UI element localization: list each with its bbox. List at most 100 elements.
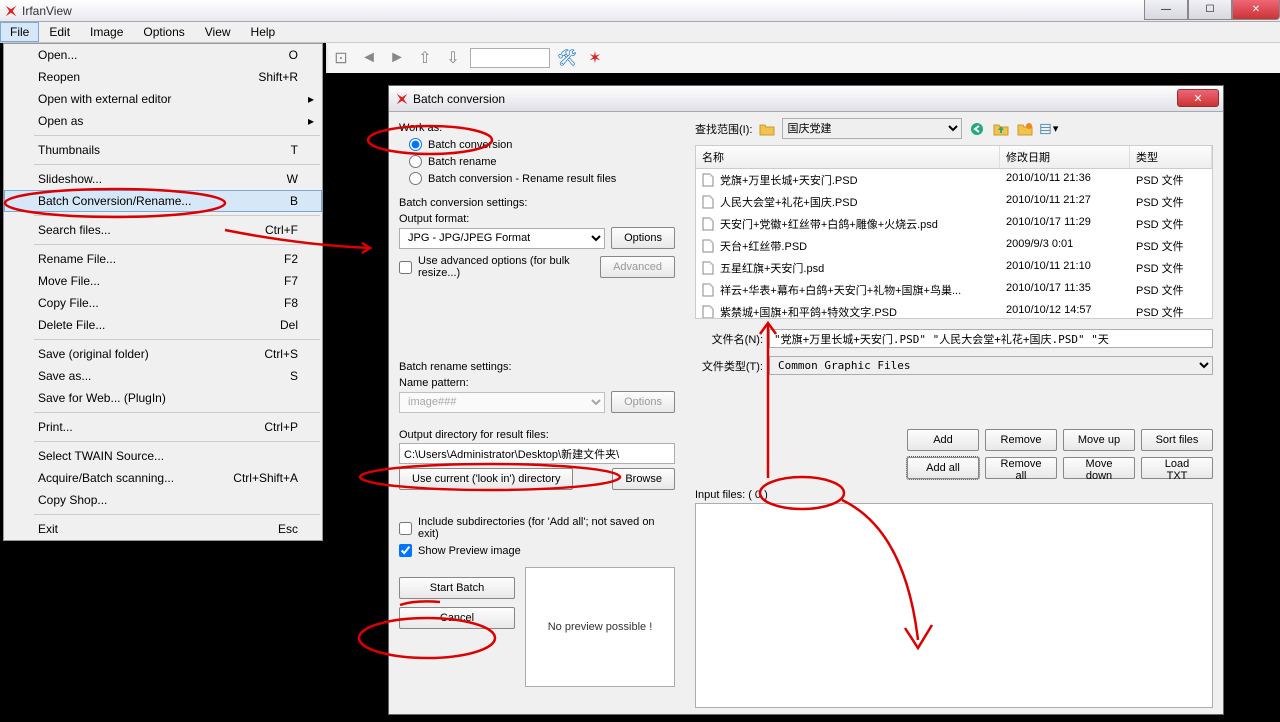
page-down-icon[interactable]: ⇩ [442, 47, 464, 69]
document-icon [702, 305, 716, 319]
prev-icon[interactable]: ◄ [358, 47, 380, 69]
input-files-list[interactable] [695, 503, 1213, 708]
maximize-button[interactable]: ☐ [1188, 0, 1232, 20]
menu-item[interactable]: Move File...F7 [4, 270, 322, 292]
sort-files-button[interactable]: Sort files [1141, 429, 1213, 451]
output-format-select[interactable]: JPG - JPG/JPEG Format [399, 228, 605, 249]
file-menu: Open...OReopenShift+ROpen with external … [3, 43, 323, 541]
move-up-button[interactable]: Move up [1063, 429, 1135, 451]
radio-batch-conversion-rename[interactable] [409, 172, 422, 185]
rename-options-button[interactable]: Options [611, 391, 675, 413]
new-folder-icon[interactable] [1016, 120, 1034, 138]
output-dir-input[interactable] [399, 443, 675, 464]
view-mode-icon[interactable]: ▾ [1040, 120, 1058, 138]
star-icon[interactable]: ✶ [584, 47, 606, 69]
load-txt-button[interactable]: Load TXT [1141, 457, 1213, 479]
show-preview-checkbox[interactable] [399, 544, 412, 557]
use-current-dir-button[interactable]: Use current ('look in') directory [399, 468, 573, 490]
menu-item[interactable]: ExitEsc [4, 518, 322, 540]
preview-box: No preview possible ! [525, 567, 675, 687]
toolbar-input[interactable] [470, 48, 550, 68]
filename-label: 文件名(N): [695, 331, 763, 347]
dialog-left-panel: Work as: Batch conversion Batch rename B… [389, 112, 685, 714]
input-files-label: Input files: ( 0 ) [695, 489, 1213, 501]
zoom-fit-icon[interactable]: ⊡ [330, 47, 352, 69]
file-row[interactable]: 天台+红丝带.PSD2009/9/3 0:01PSD 文件 [696, 235, 1212, 257]
filename-input[interactable] [769, 329, 1213, 348]
up-folder-icon[interactable] [992, 120, 1010, 138]
document-icon [702, 217, 716, 231]
move-down-button[interactable]: Move down [1063, 457, 1135, 479]
menu-item[interactable]: Open with external editor▸ [4, 88, 322, 110]
close-button[interactable]: ✕ [1232, 0, 1280, 20]
menu-view[interactable]: View [195, 22, 241, 42]
look-in-label: 查找范围(I): [695, 121, 752, 137]
menu-item[interactable]: Open as▸ [4, 110, 322, 132]
dialog-icon [395, 92, 409, 106]
browse-button[interactable]: Browse [612, 468, 675, 490]
window-controls: — ☐ ✕ [1144, 0, 1280, 20]
remove-button[interactable]: Remove [985, 429, 1057, 451]
filetype-select[interactable]: Common Graphic Files [769, 356, 1213, 375]
document-icon [702, 261, 716, 275]
batch-conversion-dialog: Batch conversion ✕ Work as: Batch conver… [388, 85, 1224, 715]
menu-item[interactable]: Search files...Ctrl+F [4, 219, 322, 241]
file-row[interactable]: 天安门+党徽+红丝带+白鸽+雕像+火烧云.psd2010/10/17 11:29… [696, 213, 1212, 235]
document-icon [702, 283, 716, 297]
menu-options[interactable]: Options [133, 22, 194, 42]
add-button[interactable]: Add [907, 429, 979, 451]
radio-batch-conversion[interactable] [409, 138, 422, 151]
menu-item[interactable]: Batch Conversion/Rename...B [4, 190, 322, 212]
menu-item[interactable]: ReopenShift+R [4, 66, 322, 88]
format-options-button[interactable]: Options [611, 227, 675, 249]
back-icon[interactable] [968, 120, 986, 138]
dialog-right-panel: 查找范围(I): 国庆党建 ▾ 名称 修改日期 类型 [685, 112, 1223, 714]
tools-icon[interactable]: 🛠 [556, 47, 578, 69]
menu-item[interactable]: Slideshow...W [4, 168, 322, 190]
menu-item[interactable]: Save (original folder)Ctrl+S [4, 343, 322, 365]
menu-file[interactable]: File [0, 22, 39, 42]
app-icon [4, 4, 18, 18]
menu-item[interactable]: Print...Ctrl+P [4, 416, 322, 438]
file-row[interactable]: 祥云+华表+幕布+白鸽+天安门+礼物+国旗+鸟巢...2010/10/17 11… [696, 279, 1212, 301]
dialog-close-button[interactable]: ✕ [1177, 89, 1219, 107]
menu-edit[interactable]: Edit [39, 22, 80, 42]
bc-settings-label: Batch conversion settings: [399, 197, 675, 209]
next-icon[interactable]: ► [386, 47, 408, 69]
advanced-options-checkbox[interactable] [399, 261, 412, 274]
menu-item[interactable]: Save as...S [4, 365, 322, 387]
main-window: IrfanView — ☐ ✕ FileEditImageOptionsView… [0, 0, 1280, 722]
menu-help[interactable]: Help [241, 22, 286, 42]
look-in-select[interactable]: 国庆党建 [782, 118, 962, 139]
file-row[interactable]: 紫禁城+国旗+和平鸽+特效文字.PSD2010/10/12 14:57PSD 文… [696, 301, 1212, 319]
start-batch-button[interactable]: Start Batch [399, 577, 515, 599]
menu-item[interactable]: Acquire/Batch scanning...Ctrl+Shift+A [4, 467, 322, 489]
document-icon [702, 195, 716, 209]
file-table-header: 名称 修改日期 类型 [696, 146, 1212, 169]
file-row[interactable]: 五星红旗+天安门.psd2010/10/11 21:10PSD 文件 [696, 257, 1212, 279]
menu-item[interactable]: Open...O [4, 44, 322, 66]
page-up-icon[interactable]: ⇧ [414, 47, 436, 69]
menu-item[interactable]: ThumbnailsT [4, 139, 322, 161]
add-all-button[interactable]: Add all [907, 457, 979, 479]
menu-item[interactable]: Save for Web... (PlugIn) [4, 387, 322, 409]
file-row[interactable]: 人民大会堂+礼花+国庆.PSD2010/10/11 21:27PSD 文件 [696, 191, 1212, 213]
file-browser[interactable]: 名称 修改日期 类型 党旗+万里长城+天安门.PSD2010/10/11 21:… [695, 145, 1213, 319]
radio-batch-rename[interactable] [409, 155, 422, 168]
menu-item[interactable]: Select TWAIN Source... [4, 445, 322, 467]
output-dir-label: Output directory for result files: [399, 429, 675, 441]
dialog-title: Batch conversion [413, 92, 505, 106]
menu-item[interactable]: Copy File...F8 [4, 292, 322, 314]
menu-item[interactable]: Copy Shop... [4, 489, 322, 511]
folder-icon [758, 120, 776, 138]
file-row[interactable]: 党旗+万里长城+天安门.PSD2010/10/11 21:36PSD 文件 [696, 169, 1212, 191]
menu-item[interactable]: Rename File...F2 [4, 248, 322, 270]
advanced-button[interactable]: Advanced [600, 256, 675, 278]
name-pattern-label: Name pattern: [399, 377, 675, 389]
menu-image[interactable]: Image [80, 22, 133, 42]
menu-item[interactable]: Delete File...Del [4, 314, 322, 336]
remove-all-button[interactable]: Remove all [985, 457, 1057, 479]
minimize-button[interactable]: — [1144, 0, 1188, 20]
include-subdirs-checkbox[interactable] [399, 522, 412, 535]
cancel-button[interactable]: Cancel [399, 607, 515, 629]
